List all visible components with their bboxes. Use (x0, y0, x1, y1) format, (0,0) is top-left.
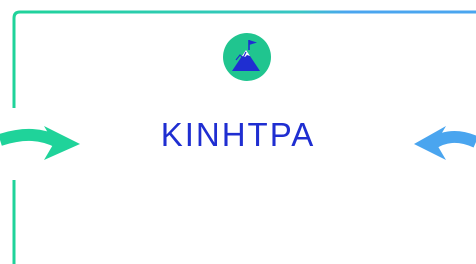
brand-wordmark: KINHTPA (160, 116, 316, 153)
hero-panel: KINHTPA (0, 0, 476, 264)
mountain-flag-icon (223, 33, 271, 81)
frame-top-line (12, 10, 476, 19)
